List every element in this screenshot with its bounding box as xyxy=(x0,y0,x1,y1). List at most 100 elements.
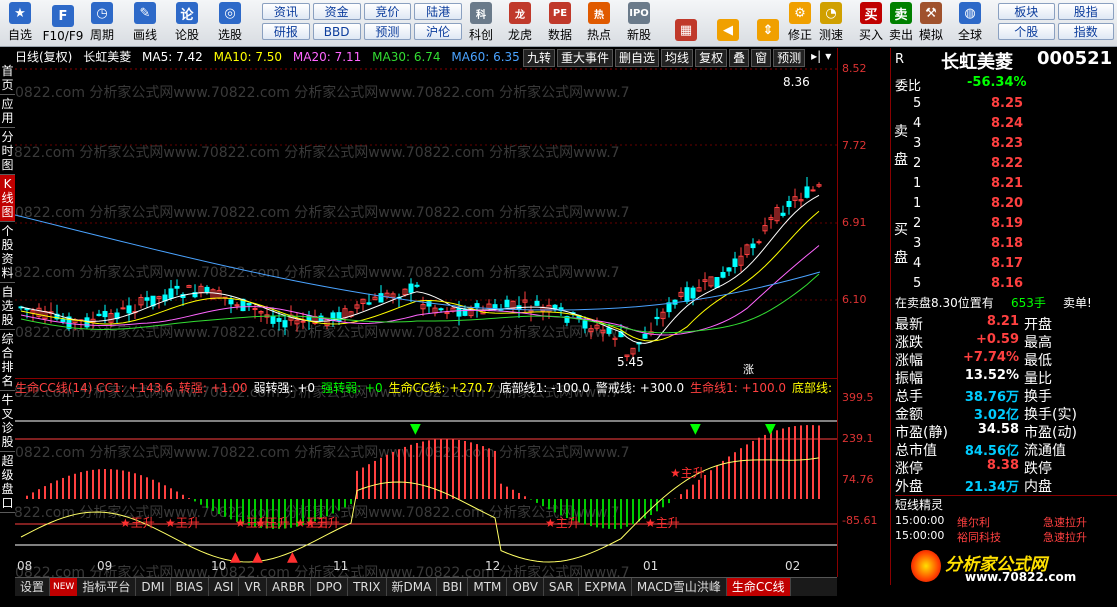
toolbar-discuss-button[interactable]: 论论股 xyxy=(167,2,207,45)
left-tab[interactable]: 个股资料 xyxy=(0,222,15,283)
toolbar-back-arrow-button[interactable]: ◀ xyxy=(712,2,744,45)
bid-price[interactable]: 8.19 xyxy=(991,216,1023,231)
nav-button[interactable]: 资讯 xyxy=(262,3,310,20)
toolbar-pe-data-button[interactable]: PE 数据 xyxy=(541,2,579,45)
period-label[interactable]: 日线(复权) xyxy=(15,50,72,64)
kechuang-icon: 科 xyxy=(470,2,492,24)
chart-button[interactable]: 叠 xyxy=(729,49,750,67)
bottom-tab-bar: 设置 NEW 指标平台 DMI BIAS ASI VR ARBR DPO TRIX 新DMA BBI M… xyxy=(15,577,837,596)
toolbar-speed-button[interactable]: ◔ 测速 xyxy=(815,2,847,45)
bottom-tab[interactable]: ASI xyxy=(209,578,240,596)
bottom-tab[interactable]: 生命CC线 xyxy=(726,578,791,596)
nav-button[interactable]: 股指 xyxy=(1057,3,1114,20)
bottom-tab[interactable]: MACD雪山洪峰 xyxy=(632,578,727,596)
bottom-tab[interactable]: DMI xyxy=(136,578,171,596)
left-tab[interactable]: 应用 xyxy=(0,95,15,128)
bottom-tab[interactable]: MTM xyxy=(468,578,508,596)
bid-price[interactable]: 8.17 xyxy=(991,256,1023,271)
left-tab[interactable]: K线图 xyxy=(0,175,15,222)
candle-body xyxy=(504,299,510,308)
price-axis-label: 399.5 xyxy=(842,391,874,404)
chart-button[interactable]: 均线 xyxy=(661,49,694,67)
nav-button[interactable]: BBD xyxy=(312,23,361,40)
bottom-tab[interactable]: BIAS xyxy=(171,578,210,596)
toolbar-pencil-button[interactable]: ✎ 画线 xyxy=(125,2,165,45)
toolbar-dragon-tiger-button[interactable]: 龙龙虎 xyxy=(501,2,539,45)
toolbar-stock-picker-button[interactable]: ◎ 选股 xyxy=(210,2,250,45)
chart-button[interactable]: 重大事件 xyxy=(557,49,614,67)
toolbar-up-down-button[interactable]: ⇕ xyxy=(752,2,784,45)
date-label: 02 xyxy=(785,559,801,573)
bottom-tab[interactable]: 指标平台 xyxy=(77,578,137,596)
toolbar-kechuang-button[interactable]: 科科创 xyxy=(462,2,500,45)
toolbar-hammer-button[interactable]: ⚒ 模拟 xyxy=(915,2,947,45)
short-stock[interactable]: 裕同科技 xyxy=(957,529,1001,545)
bottom-tab[interactable]: TRIX xyxy=(348,578,387,596)
back-arrow-icon: ◀ xyxy=(717,19,739,41)
bottom-tab[interactable]: OBV xyxy=(507,578,544,596)
left-tab[interactable]: 自选股 xyxy=(0,283,15,330)
nav-button[interactable]: 预测 xyxy=(363,23,412,40)
nav-button[interactable]: 研报 xyxy=(262,23,310,40)
bottom-tab[interactable]: BBI xyxy=(437,578,469,596)
chart-button[interactable]: 九转 xyxy=(523,49,556,67)
chart-button[interactable]: 删自选 xyxy=(615,49,660,67)
stat-value: 84.56亿 xyxy=(964,444,1019,459)
bottom-tab[interactable]: DPO xyxy=(311,578,349,596)
bottom-tab[interactable]: EXPMA xyxy=(579,578,632,596)
ask-price[interactable]: 8.22 xyxy=(991,156,1023,171)
nav-button[interactable]: 陆港 xyxy=(414,3,462,20)
left-tab[interactable]: 牛叉诊股 xyxy=(0,391,15,452)
pe-data-icon: PE xyxy=(549,2,571,24)
toolbar-grid-layout-button[interactable]: ▦ xyxy=(670,2,702,45)
candle-body xyxy=(666,302,672,313)
nav-button[interactable]: 指数 xyxy=(1057,23,1114,40)
candle-body xyxy=(690,287,696,299)
ask-price[interactable]: 8.24 xyxy=(991,116,1023,131)
right-nav-grid: 板块 股指 个股 指数 xyxy=(998,3,1114,40)
toolbar-buy-button[interactable]: 买买入 xyxy=(855,2,887,45)
chart-button[interactable]: 窗 xyxy=(751,49,772,67)
left-tab[interactable]: 超级盘口 xyxy=(0,452,15,513)
watermark-text: 0822.com 分析家公式网www.70822.com 分析家公式网www.7… xyxy=(15,324,630,341)
bottom-tab[interactable]: SAR xyxy=(544,578,580,596)
chart-canvas: 0822.com 分析家公式网www.70822.com 分析家公式网www.7… xyxy=(15,68,837,579)
stat-label-right: 量比 xyxy=(1024,371,1052,387)
ask-price[interactable]: 8.21 xyxy=(991,176,1023,191)
bottom-tab[interactable]: ARBR xyxy=(267,578,312,596)
bid-price[interactable]: 8.20 xyxy=(991,196,1023,211)
chevron-down-icon[interactable]: ▾ xyxy=(825,49,831,67)
chart-button[interactable]: 预测 xyxy=(773,49,806,67)
bid-price[interactable]: 8.18 xyxy=(991,236,1023,251)
toolbar-clock-button[interactable]: ◷ 周期 xyxy=(82,2,122,45)
chart-button[interactable]: 复权 xyxy=(695,49,728,67)
nav-button[interactable]: 个股 xyxy=(998,23,1055,40)
toolbar-f10-button[interactable]: F F10/F9 xyxy=(40,2,86,45)
toolbar-globe-button[interactable]: ◍ 全球 xyxy=(954,2,986,45)
toolbar-hot-button[interactable]: 热热点 xyxy=(580,2,618,45)
watermark-text: 0822.com 分析家公式网www.70822.com 分析家公式网www.7… xyxy=(15,264,620,281)
bottom-tab[interactable]: 新DMA xyxy=(387,578,438,596)
left-tab[interactable]: 首页 xyxy=(0,62,15,95)
toolbar-star-button[interactable]: ★ 自选 xyxy=(0,2,40,45)
short-stock[interactable]: 维尔利 xyxy=(957,514,990,530)
toolbar-wrench-button[interactable]: ⚙ 修正 xyxy=(784,2,816,45)
ask-price[interactable]: 8.23 xyxy=(991,136,1023,151)
toolbar-ipo-button[interactable]: IPO 新股 xyxy=(620,2,658,45)
signal-label: ★王升 xyxy=(165,516,200,530)
bid-level: 4 xyxy=(913,256,922,271)
bottom-tab[interactable]: 设置 xyxy=(15,578,51,596)
toolbar-sell-button[interactable]: 卖卖出 xyxy=(885,2,917,45)
left-tab[interactable]: 综合排名 xyxy=(0,330,15,391)
nav-button[interactable]: 资金 xyxy=(312,3,361,20)
chart-arrow-icon[interactable]: ▸| xyxy=(811,49,821,67)
stat-label: 涨幅 xyxy=(895,353,923,369)
nav-button[interactable]: 竞价 xyxy=(363,3,412,20)
left-tab[interactable]: 分时图 xyxy=(0,128,15,175)
nav-button[interactable]: 沪伦 xyxy=(414,23,462,40)
bid-price[interactable]: 8.16 xyxy=(991,276,1023,291)
ask-price[interactable]: 8.25 xyxy=(991,96,1023,111)
high-price-label: 8.36 xyxy=(783,75,810,89)
nav-button[interactable]: 板块 xyxy=(998,3,1055,20)
bottom-tab[interactable]: VR xyxy=(239,578,268,596)
